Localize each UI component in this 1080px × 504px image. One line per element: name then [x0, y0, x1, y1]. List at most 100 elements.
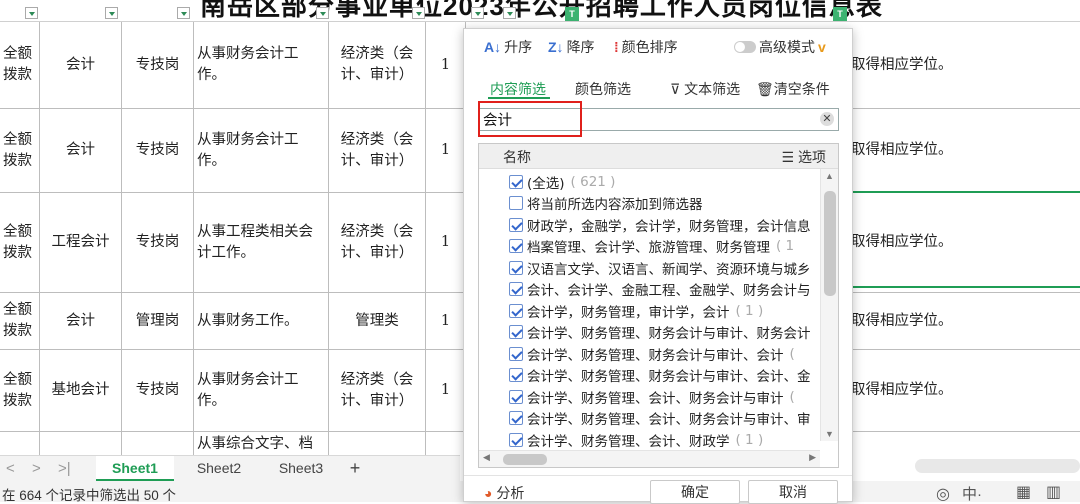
scroll-right-icon[interactable]: ▶	[809, 452, 816, 463]
cell-category[interactable]: 经济类（会计、审计）	[329, 193, 426, 292]
column-filter-button[interactable]	[471, 7, 484, 19]
options-button[interactable]: ☰ 选项	[782, 147, 826, 167]
filter-list-item[interactable]: 将当前所选内容添加到筛选器	[509, 193, 709, 214]
column-filter-button[interactable]	[177, 7, 190, 19]
checkbox[interactable]	[509, 217, 523, 232]
cell-post[interactable]: 工程会计	[40, 193, 122, 292]
cell-duty[interactable]: 从事财务会计工作。	[194, 350, 329, 431]
column-filter-button[interactable]	[316, 7, 329, 19]
cell-type[interactable]: 专技岗	[122, 193, 194, 292]
normal-view-icon[interactable]: ▦	[1016, 482, 1031, 502]
eye-icon[interactable]: ◎	[936, 484, 950, 504]
tab-sheet2[interactable]: Sheet2	[180, 456, 258, 481]
checkbox[interactable]	[509, 411, 523, 425]
checkbox[interactable]	[509, 368, 523, 382]
filter-list-item[interactable]: 会计学，财务管理，审计学，会计 ( 1 )	[509, 300, 763, 321]
cell-post[interactable]: 会计	[40, 109, 122, 192]
cell-post[interactable]: 会计	[40, 22, 122, 108]
checkbox[interactable]	[509, 346, 523, 361]
checkbox[interactable]	[509, 325, 523, 339]
scroll-left-icon[interactable]: ◀	[483, 452, 490, 463]
cell-count[interactable]	[426, 432, 466, 455]
sort-descending-button[interactable]: Z↓ 降序	[548, 37, 595, 57]
cell-funding[interactable]: 全额拨款	[0, 350, 40, 431]
cell-req[interactable]: 取得相应学位。	[848, 109, 1080, 192]
cell-count[interactable]: 1	[426, 109, 466, 192]
cell-req[interactable]: 取得相应学位。	[848, 193, 1080, 292]
ok-button[interactable]: 确定	[650, 480, 740, 504]
tab-sheet3[interactable]: Sheet3	[262, 456, 340, 481]
cell-duty[interactable]: 从事财务工作。	[194, 293, 329, 349]
filter-list-item[interactable]: 会计学、财务管理、会计、财政学 ( 1 )	[509, 429, 763, 450]
checkbox[interactable]	[509, 260, 523, 275]
cell-count[interactable]: 1	[426, 350, 466, 431]
cell-category[interactable]: 管理类	[329, 293, 426, 349]
cell-count[interactable]: 1	[426, 293, 466, 349]
checkbox[interactable]	[509, 174, 523, 189]
column-filter-button[interactable]	[412, 7, 425, 19]
filter-list-item[interactable]: 会计学、财务管理、财务会计与审计、财务会计	[509, 322, 817, 343]
cell-req[interactable]: 取得相应学位。	[848, 22, 1080, 108]
cell-req[interactable]	[848, 432, 1080, 455]
analysis-button[interactable]: ◕ 分析	[484, 483, 524, 503]
add-sheet-button[interactable]: +	[342, 456, 368, 481]
cell-funding[interactable]: 全额拨款	[0, 109, 40, 192]
page-view-icon[interactable]: ▥	[1046, 482, 1061, 502]
cell-count[interactable]: 1	[426, 22, 466, 108]
cell-post[interactable]	[40, 432, 122, 455]
cell-category[interactable]: 经济类（会计、审计）	[329, 22, 426, 108]
cell-funding[interactable]: 全额拨款	[0, 193, 40, 292]
cell-type[interactable]: 专技岗	[122, 22, 194, 108]
cell-funding[interactable]: 全额拨款	[0, 22, 40, 108]
checkbox[interactable]	[509, 196, 523, 210]
scroll-down-icon[interactable]: ▼	[825, 429, 834, 439]
checkbox[interactable]	[509, 282, 523, 296]
filter-list-item[interactable]: 会计、会计学、金融工程、金融学、财务会计与	[509, 279, 817, 300]
filter-list-item[interactable]: 会计学、财务管理、会计、财务会计与审计 (	[509, 386, 795, 407]
cell-funding[interactable]	[0, 432, 40, 455]
column-filter-button[interactable]	[25, 7, 38, 19]
tab-color-filter[interactable]: 颜色筛选	[575, 79, 631, 99]
cell-type[interactable]: 管理岗	[122, 293, 194, 349]
filter-list-item[interactable]: 档案管理、会计学、旅游管理、财务管理 ( 1	[509, 236, 794, 257]
cell-type[interactable]: 专技岗	[122, 350, 194, 431]
filter-list-item[interactable]: 会计学、财务管理、财务会计与审计、会计、金	[509, 365, 817, 386]
sort-ascending-button[interactable]: A↓ 升序	[484, 37, 532, 57]
checkbox[interactable]	[509, 432, 523, 447]
column-filter-button[interactable]	[105, 7, 118, 19]
advanced-mode-toggle[interactable]: 高级模式 v	[734, 37, 826, 57]
scroll-up-icon[interactable]: ▲	[825, 171, 834, 181]
color-sort-button[interactable]: ⁞ 颜色排序	[614, 37, 678, 57]
filter-list-item[interactable]: 汉语言文学、汉语言、新闻学、资源环境与城乡	[509, 257, 817, 278]
vertical-scrollbar[interactable]: ▲ ▼	[820, 169, 838, 441]
prev-sheet-icon[interactable]: <	[6, 460, 15, 477]
checkbox[interactable]	[509, 303, 523, 318]
checkbox[interactable]	[509, 389, 523, 404]
cell-type[interactable]	[122, 432, 194, 455]
column-filter-button[interactable]	[503, 7, 516, 19]
clear-search-icon[interactable]: ✕	[820, 112, 834, 126]
tab-sheet1[interactable]: Sheet1	[96, 456, 174, 481]
cell-post[interactable]: 会计	[40, 293, 122, 349]
filter-list-item[interactable]: (全选) ( 621 )	[509, 171, 615, 192]
filter-list-item[interactable]: 会计学、财务管理、会计、财务会计与审计、审	[509, 408, 817, 429]
text-filter-button[interactable]: ⊽ 文本筛选	[670, 79, 740, 99]
filter-active-icon[interactable]: T	[565, 7, 579, 21]
cell-count[interactable]: 1	[426, 193, 466, 292]
cell-category[interactable]	[329, 432, 426, 455]
cell-duty[interactable]: 从事工程类相关会计工作。	[194, 193, 329, 292]
cell-funding[interactable]: 全额拨款	[0, 293, 40, 349]
scroll-thumb[interactable]	[824, 191, 836, 296]
cancel-button[interactable]: 取消	[748, 480, 838, 504]
filter-list-item[interactable]: 会计学、财务管理、财务会计与审计、会计 (	[509, 343, 795, 364]
list-horizontal-scrollbar[interactable]: ◀ ▶	[479, 450, 820, 467]
cell-category[interactable]: 经济类（会计、审计）	[329, 109, 426, 192]
filter-list-item[interactable]: 财政学，金融学，会计学，财务管理，会计信息	[509, 214, 817, 235]
input-method-icon[interactable]: 中·	[962, 483, 982, 504]
cell-post[interactable]: 基地会计	[40, 350, 122, 431]
cell-duty[interactable]: 从事综合文字、档	[194, 432, 329, 455]
cell-type[interactable]: 专技岗	[122, 109, 194, 192]
cell-duty[interactable]: 从事财务会计工作。	[194, 109, 329, 192]
cell-req[interactable]: 取得相应学位。	[848, 350, 1080, 431]
clear-conditions-button[interactable]: 🗑清空条件	[756, 79, 830, 99]
